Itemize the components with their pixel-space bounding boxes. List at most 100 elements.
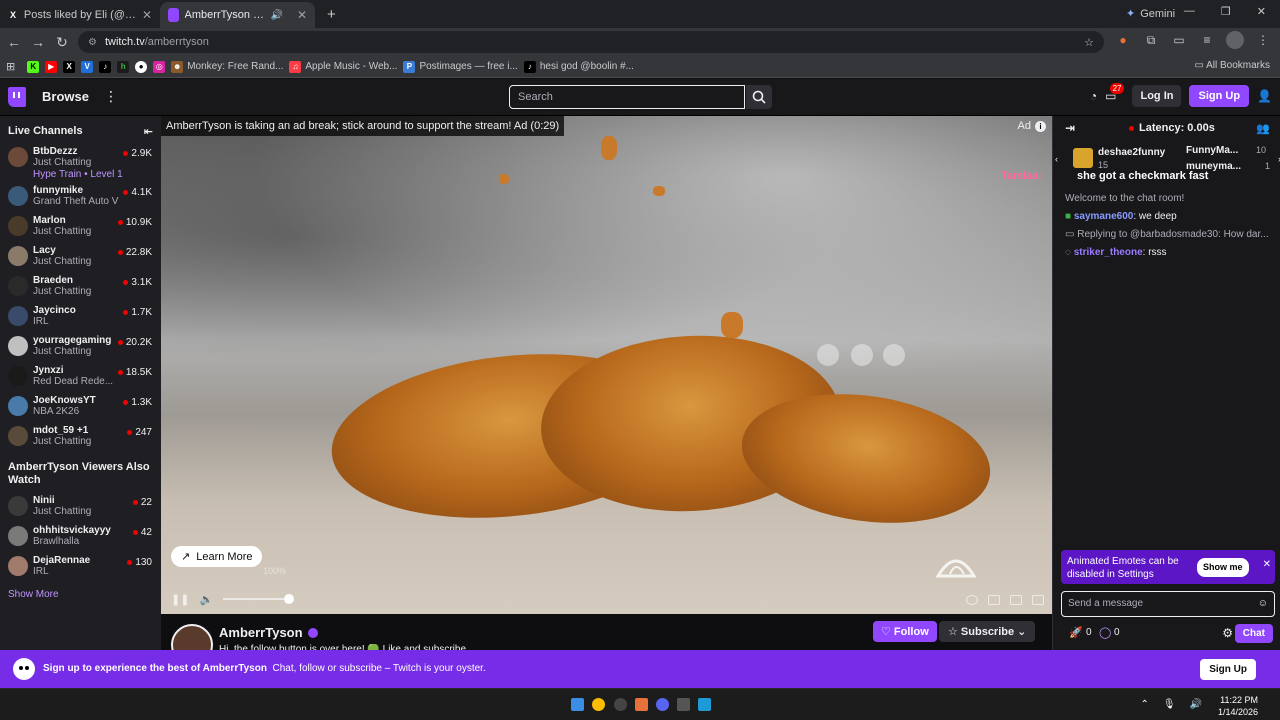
bookmark-star-icon[interactable]: ☆ xyxy=(1084,36,1094,49)
channel-item[interactable]: JoeKnowsYT NBA 2K26 1.3K xyxy=(0,391,161,421)
speaker-icon[interactable]: 🔊 xyxy=(270,10,282,21)
bookmark-x[interactable]: X xyxy=(63,60,76,73)
discord-icon[interactable] xyxy=(656,698,669,711)
bookmark-monkey[interactable]: ☻ Monkey: Free Rand... xyxy=(171,60,283,73)
minimize-icon[interactable]: — xyxy=(1184,5,1195,18)
close-tab-icon[interactable]: ✕ xyxy=(297,8,307,22)
pause-icon[interactable]: ❚❚ xyxy=(171,593,189,606)
chevron-left-icon[interactable]: ‹ xyxy=(1055,154,1058,164)
chat-input[interactable]: Send a message ☺ xyxy=(1061,591,1275,617)
cast-icon[interactable]: ▭ xyxy=(1170,31,1188,49)
channel-item[interactable]: mdot_59 +1 Just Chatting 247 xyxy=(0,421,161,451)
settings-icon[interactable] xyxy=(966,595,978,605)
speaker-icon[interactable]: 🔊 xyxy=(1190,699,1202,710)
url-bar[interactable]: ⚙ twitch.tv/amberrtyson ☆ xyxy=(78,31,1104,53)
media-control-icon[interactable]: ≡ xyxy=(1198,31,1216,49)
search-button[interactable] xyxy=(746,85,772,109)
windows-start-icon[interactable] xyxy=(571,698,584,711)
forward-icon[interactable]: → xyxy=(26,34,50,50)
learn-more-button[interactable]: ↗ Learn More xyxy=(171,546,263,567)
menu-dots-icon[interactable]: ⋮ xyxy=(1254,31,1272,49)
fullscreen-icon[interactable] xyxy=(1032,595,1044,605)
back-icon[interactable]: ← xyxy=(2,34,26,50)
user-icon[interactable]: 👤 xyxy=(1257,89,1272,103)
channel-item[interactable]: Ninii Just Chatting 22 xyxy=(0,491,161,521)
more-options-icon[interactable]: ⋮ xyxy=(104,88,118,105)
signup-button[interactable]: Sign Up xyxy=(1189,85,1250,107)
channel-item[interactable]: Lacy Just Chatting 22.8K xyxy=(0,241,161,271)
crown-icon[interactable]: ◔ xyxy=(1090,89,1097,103)
show-me-button[interactable]: Show me xyxy=(1197,558,1249,577)
channel-item[interactable]: Marlon Just Chatting 10.9K xyxy=(0,211,161,241)
pinned-username[interactable]: Tamlaa: xyxy=(1001,170,1042,182)
login-button[interactable]: Log In xyxy=(1132,85,1182,107)
info-icon[interactable]: i xyxy=(1035,120,1046,132)
bits-icon[interactable]: 🚀 xyxy=(1069,626,1083,639)
video-player[interactable]: AmberrTyson is taking an ad break; stick… xyxy=(161,116,1052,614)
app-icon[interactable] xyxy=(698,698,711,711)
bookmark-apple-music[interactable]: ♫ Apple Music - Web... xyxy=(289,60,397,73)
bookmark-o[interactable]: ● xyxy=(135,60,148,73)
collapse-sidebar-icon[interactable]: ⇤ xyxy=(144,125,153,138)
mic-icon[interactable]: 🎙 xyxy=(1163,699,1176,710)
follow-button[interactable]: ♡ Follow xyxy=(873,621,937,642)
new-tab-button[interactable]: + xyxy=(327,6,336,23)
bookmark-hesi[interactable]: ♪ hesi god @boolin #... xyxy=(523,60,634,73)
clock[interactable]: 11:22 PM 1/14/2026 xyxy=(1218,694,1258,718)
maximize-icon[interactable]: ❐ xyxy=(1221,5,1231,18)
volume-icon[interactable]: 🔈 xyxy=(199,593,213,606)
gemini-button[interactable]: ✦ Gemini xyxy=(1126,7,1175,21)
chrome-icon[interactable] xyxy=(592,698,605,711)
volume-knob[interactable] xyxy=(284,594,295,604)
bookmark-postimages[interactable]: P Postimages — free i... xyxy=(403,60,518,73)
channel-item[interactable]: DejaRennae IRL 130 xyxy=(0,551,161,581)
theatre-mode-icon[interactable] xyxy=(988,595,1000,605)
all-bookmarks[interactable]: ▭ All Bookmarks xyxy=(1194,60,1270,71)
extension-icon[interactable]: ● xyxy=(1114,31,1132,49)
channel-item[interactable]: Jynxzi Red Dead Rede... 18.5K xyxy=(0,361,161,391)
channel-item[interactable]: BtbDezzz Just Chatting 2.9K xyxy=(0,142,161,172)
bookmark-k[interactable]: K xyxy=(27,60,40,73)
bookmark-v[interactable]: V xyxy=(81,60,94,73)
picture-in-picture-icon[interactable] xyxy=(1010,595,1022,605)
search-input[interactable]: Search xyxy=(509,85,745,109)
inbox-icon[interactable]: ▭ 27 xyxy=(1105,83,1125,103)
channel-item[interactable]: yourragegaming Just Chatting 20.2K xyxy=(0,331,161,361)
show-more-link[interactable]: Show More xyxy=(0,581,161,608)
site-info-icon[interactable]: ⚙ xyxy=(88,37,97,48)
bookmark-instagram[interactable]: ◎ xyxy=(153,60,166,73)
community-icon[interactable]: 👥 xyxy=(1256,122,1270,135)
tab-twitch[interactable]: AmberrTyson - Twitch 🔊 ✕ xyxy=(160,2,315,28)
tab-x-posts[interactable]: X Posts liked by Eli (@DregoSlime ✕ xyxy=(0,2,160,28)
app-icon[interactable] xyxy=(635,698,648,711)
bookmark-youtube[interactable]: ▶ xyxy=(45,60,58,73)
browse-link[interactable]: Browse xyxy=(42,89,89,104)
bookmark-h[interactable]: h xyxy=(117,60,130,73)
twitch-logo-icon[interactable] xyxy=(8,87,26,107)
chat-settings-icon[interactable]: ⚙ xyxy=(1222,626,1233,640)
emote-picker-icon[interactable]: ☺ xyxy=(1258,592,1268,616)
chevron-up-icon[interactable]: ⌃ xyxy=(1140,699,1148,710)
close-icon[interactable]: ✕ xyxy=(1263,558,1271,571)
channel-points-icon[interactable]: ◯ xyxy=(1099,626,1111,639)
apps-grid-icon[interactable]: ⊞ xyxy=(6,60,15,73)
subscribe-button[interactable]: ☆ Subscribe ⌄ xyxy=(939,621,1036,642)
channel-item[interactable]: funnymike Grand Theft Auto V 4.1K xyxy=(0,181,161,211)
close-tab-icon[interactable]: ✕ xyxy=(142,8,152,22)
close-window-icon[interactable]: ✕ xyxy=(1257,5,1266,18)
profile-avatar-icon[interactable] xyxy=(1226,31,1244,49)
banner-signup-button[interactable]: Sign Up xyxy=(1200,659,1256,680)
channel-item[interactable]: ohhhitsvickayyy Brawlhalla 42 xyxy=(0,521,161,551)
channel-name[interactable]: AmberrTyson xyxy=(219,625,318,640)
extensions-puzzle-icon[interactable]: ⧉ xyxy=(1142,31,1160,49)
channel-item[interactable]: Braeden Just Chatting 3.1K xyxy=(0,271,161,301)
x-logo-icon: X xyxy=(9,10,16,20)
chat-send-button[interactable]: Chat xyxy=(1234,624,1273,643)
app-icon[interactable] xyxy=(677,698,690,711)
volume-slider[interactable] xyxy=(223,594,295,604)
channel-item[interactable]: Jaycinco IRL 1.7K xyxy=(0,301,161,331)
collapse-chat-icon[interactable]: ⇥ xyxy=(1065,121,1075,135)
bookmark-tiktok[interactable]: ♪ xyxy=(99,60,112,73)
reload-icon[interactable]: ↻ xyxy=(50,34,74,51)
app-icon[interactable] xyxy=(614,698,627,711)
